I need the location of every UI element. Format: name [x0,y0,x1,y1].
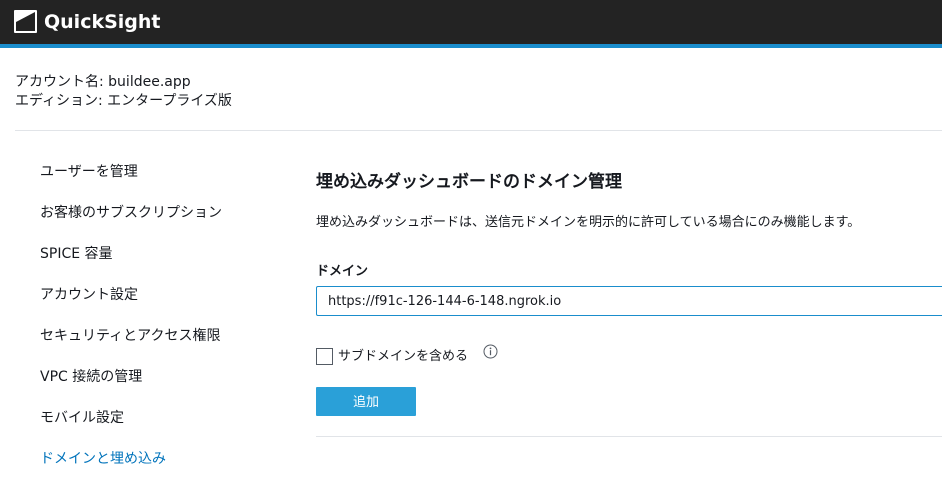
include-subdomains-checkbox[interactable] [316,348,333,365]
app-title[interactable]: QuickSight [44,10,161,34]
settings-sidebar: ユーザーを管理 お客様のサブスクリプション SPICE 容量 アカウント設定 セ… [40,162,280,490]
sidebar-item-mobile-settings[interactable]: モバイル設定 [40,408,280,449]
sidebar-item-subscriptions[interactable]: お客様のサブスクリプション [40,203,280,244]
sidebar-item-domains-embedding[interactable]: ドメインと埋め込み [40,449,280,490]
page-description: 埋め込みダッシュボードは、送信元ドメインを明示的に許可している場合にのみ機能しま… [316,215,861,230]
info-icon[interactable] [483,344,498,359]
include-subdomains-label[interactable]: サブドメインを含める [338,347,468,367]
page-title: 埋め込みダッシュボードのドメイン管理 [316,172,622,192]
domain-input[interactable] [316,286,942,316]
sidebar-item-account-settings[interactable]: アカウント設定 [40,285,280,326]
domain-field-label: ドメイン [316,264,369,279]
add-domain-button[interactable]: 追加 [316,387,416,416]
quicksight-logo-icon[interactable] [14,10,37,33]
sidebar-item-spice-capacity[interactable]: SPICE 容量 [40,244,280,285]
account-name: アカウント名: buildee.app [15,74,191,90]
top-navigation-bar: QuickSight [0,0,942,48]
section-divider [316,436,942,437]
header-divider [15,130,942,131]
sidebar-item-vpc-connections[interactable]: VPC 接続の管理 [40,367,280,408]
account-info: アカウント名: buildee.app エディション: エンタープライズ版 [15,73,232,111]
sidebar-item-manage-users[interactable]: ユーザーを管理 [40,162,280,203]
sidebar-item-security-permissions[interactable]: セキュリティとアクセス権限 [40,326,280,367]
account-edition: エディション: エンタープライズ版 [15,93,232,109]
domain-management-panel: 埋め込みダッシュボードのドメイン管理 埋め込みダッシュボードは、送信元ドメインを… [316,170,942,416]
